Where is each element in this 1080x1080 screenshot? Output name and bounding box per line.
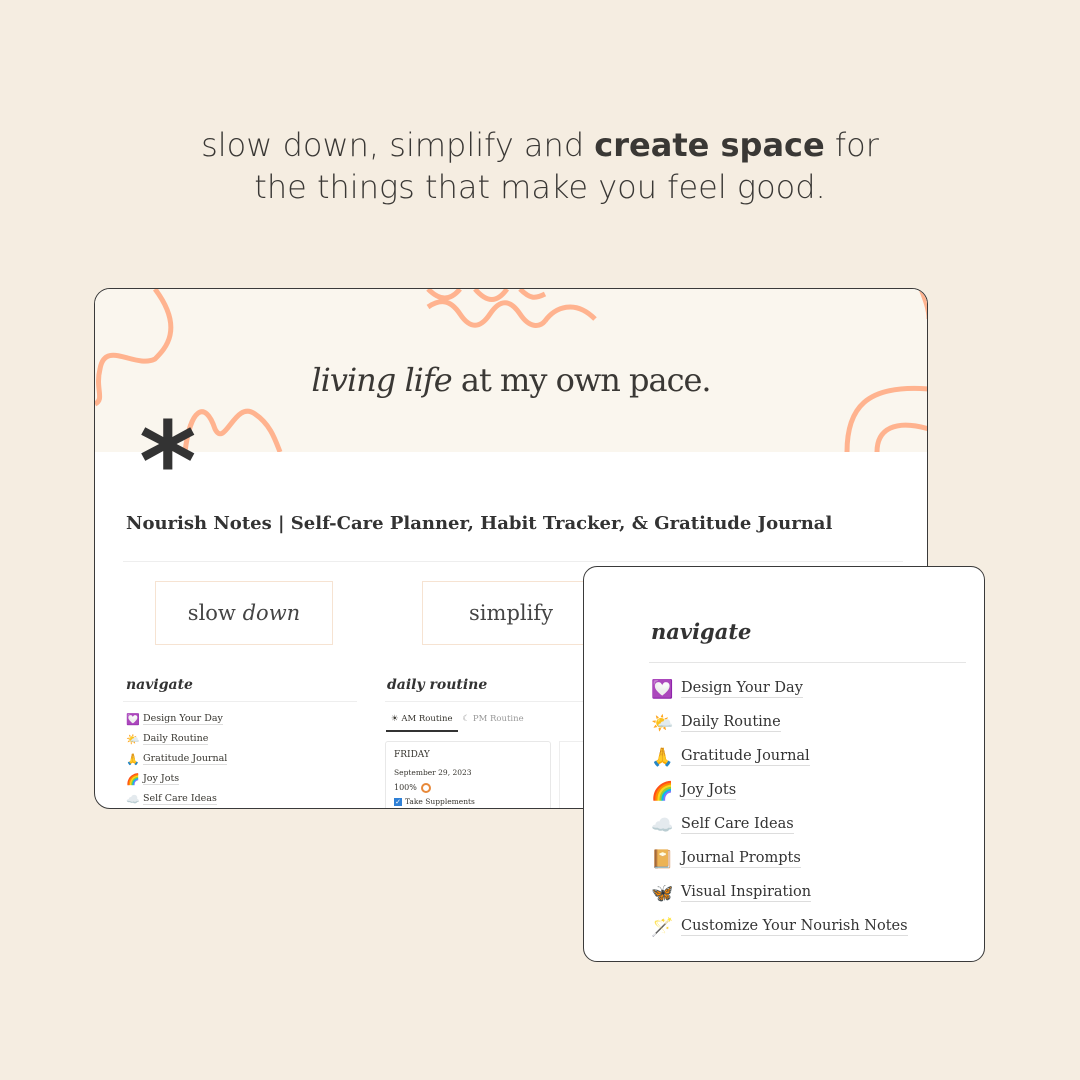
nav-label: Joy Jots bbox=[681, 782, 737, 800]
navigate-list: 💟 Design Your Day 🌤️ Daily Routine 🙏 Gratit… bbox=[651, 672, 908, 944]
simplify-button[interactable]: simplify bbox=[422, 581, 600, 645]
banner-quote: living life at my own pace. bbox=[95, 361, 927, 399]
pill-text: slow bbox=[187, 601, 236, 625]
nav-link-design-your-day[interactable]: 💟 Design Your Day bbox=[126, 709, 227, 729]
page-title: Nourish Notes | Self-Care Planner, Habit… bbox=[126, 513, 833, 534]
nav-link-daily-routine[interactable]: 🌤️ Daily Routine bbox=[126, 729, 227, 749]
heart-icon: 💟 bbox=[651, 678, 674, 700]
card-date: September 29, 2023 bbox=[394, 768, 472, 777]
slow-down-button[interactable]: slow down bbox=[155, 581, 333, 645]
checkbox[interactable]: ✓ bbox=[394, 798, 402, 806]
tab-label: PM Routine bbox=[472, 714, 524, 724]
nav-link-gratitude-journal[interactable]: 🙏 Gratitude Journal bbox=[651, 740, 908, 774]
nav-label: Design Your Day bbox=[681, 680, 803, 698]
daily-routine-heading: daily routine bbox=[387, 677, 488, 693]
praying-hands-icon: 🙏 bbox=[651, 746, 674, 768]
divider bbox=[123, 561, 903, 562]
moon-icon: ☾ bbox=[462, 714, 471, 724]
cloud-icon: ☁️ bbox=[126, 792, 140, 806]
divider bbox=[123, 701, 357, 702]
nav-label: Joy Jots bbox=[143, 773, 180, 785]
navigate-heading: navigate bbox=[651, 619, 752, 644]
navigate-list: 💟 Design Your Day 🌤️ Daily Routine 🙏 Gratit… bbox=[126, 709, 228, 808]
nav-label: Gratitude Journal bbox=[681, 748, 810, 766]
tagline-text: for bbox=[824, 126, 879, 164]
tab-am-routine[interactable]: ☀ AM Routine bbox=[386, 710, 458, 732]
quote-italic: living life bbox=[311, 361, 452, 399]
heart-icon: 💟 bbox=[126, 712, 140, 726]
progress-value: 100% bbox=[394, 783, 417, 792]
nav-link-self-care-ideas[interactable]: ☁️ Self Care Ideas bbox=[126, 789, 227, 808]
tab-pm-routine[interactable]: ☾ PM Routine bbox=[458, 710, 529, 732]
nav-label: Visual Inspiration bbox=[681, 884, 812, 902]
pill-italic: down bbox=[242, 601, 301, 625]
praying-hands-icon: 🙏 bbox=[126, 752, 140, 766]
quote-rest: at my own pace. bbox=[451, 361, 712, 399]
nav-label: Daily Routine bbox=[143, 733, 209, 745]
notebook-icon: 📔 bbox=[651, 848, 674, 870]
routine-card[interactable]: FRIDAY September 29, 2023 100% ✓ Take Sup… bbox=[385, 741, 551, 808]
tab-label: AM Routine bbox=[401, 714, 453, 724]
nav-label: Gratitude Journal bbox=[143, 753, 228, 765]
sun-icon: ☀ bbox=[391, 714, 399, 724]
magic-wand-icon: 🪄 bbox=[651, 916, 674, 938]
nav-link-journal-prompts[interactable]: 📔 Journal Prompts bbox=[651, 842, 908, 876]
cloud-icon: ☁️ bbox=[651, 814, 674, 836]
divider bbox=[385, 701, 585, 702]
card-day: FRIDAY bbox=[394, 750, 430, 760]
navigate-zoom-card: navigate 💟 Design Your Day 🌤️ Daily Routin… bbox=[583, 566, 985, 962]
asterisk-icon: * bbox=[139, 398, 197, 526]
sun-cloud-icon: 🌤️ bbox=[126, 732, 140, 746]
pill-text: simplify bbox=[469, 601, 553, 625]
tagline-line2: the things that make you feel good. bbox=[254, 168, 826, 206]
rainbow-icon: 🌈 bbox=[651, 780, 674, 802]
nav-link-visual-inspiration[interactable]: 🦋 Visual Inspiration bbox=[651, 876, 908, 910]
progress-ring-icon bbox=[420, 783, 431, 793]
nav-link-customize[interactable]: 🪄 Customize Your Nourish Notes bbox=[651, 910, 908, 944]
nav-link-daily-routine[interactable]: 🌤️ Daily Routine bbox=[651, 706, 908, 740]
nav-label: Daily Routine bbox=[681, 714, 781, 732]
nav-label: Journal Prompts bbox=[681, 850, 801, 868]
nav-label: Self Care Ideas bbox=[681, 816, 794, 834]
tagline-bold: create space bbox=[594, 126, 825, 164]
nav-label: Customize Your Nourish Notes bbox=[681, 918, 908, 936]
nav-link-self-care-ideas[interactable]: ☁️ Self Care Ideas bbox=[651, 808, 908, 842]
sun-cloud-icon: 🌤️ bbox=[651, 712, 674, 734]
nav-label: Design Your Day bbox=[143, 713, 223, 725]
butterfly-icon: 🦋 bbox=[651, 882, 674, 904]
tagline-text: slow down, simplify and bbox=[201, 126, 595, 164]
nav-link-joy-jots[interactable]: 🌈 Joy Jots bbox=[126, 769, 227, 789]
nav-label: Self Care Ideas bbox=[143, 793, 217, 805]
cover-banner: living life at my own pace. bbox=[95, 289, 927, 452]
nav-link-design-your-day[interactable]: 💟 Design Your Day bbox=[651, 672, 908, 706]
navigate-heading: navigate bbox=[126, 677, 193, 693]
routine-tabs: ☀ AM Routine ☾ PM Routine bbox=[386, 710, 529, 732]
task-label: Take Supplements bbox=[405, 797, 475, 806]
rainbow-icon: 🌈 bbox=[126, 772, 140, 786]
nav-link-gratitude-journal[interactable]: 🙏 Gratitude Journal bbox=[126, 749, 228, 769]
divider bbox=[649, 662, 966, 663]
tagline: slow down, simplify and create space for… bbox=[0, 124, 1080, 208]
nav-link-joy-jots[interactable]: 🌈 Joy Jots bbox=[651, 774, 908, 808]
